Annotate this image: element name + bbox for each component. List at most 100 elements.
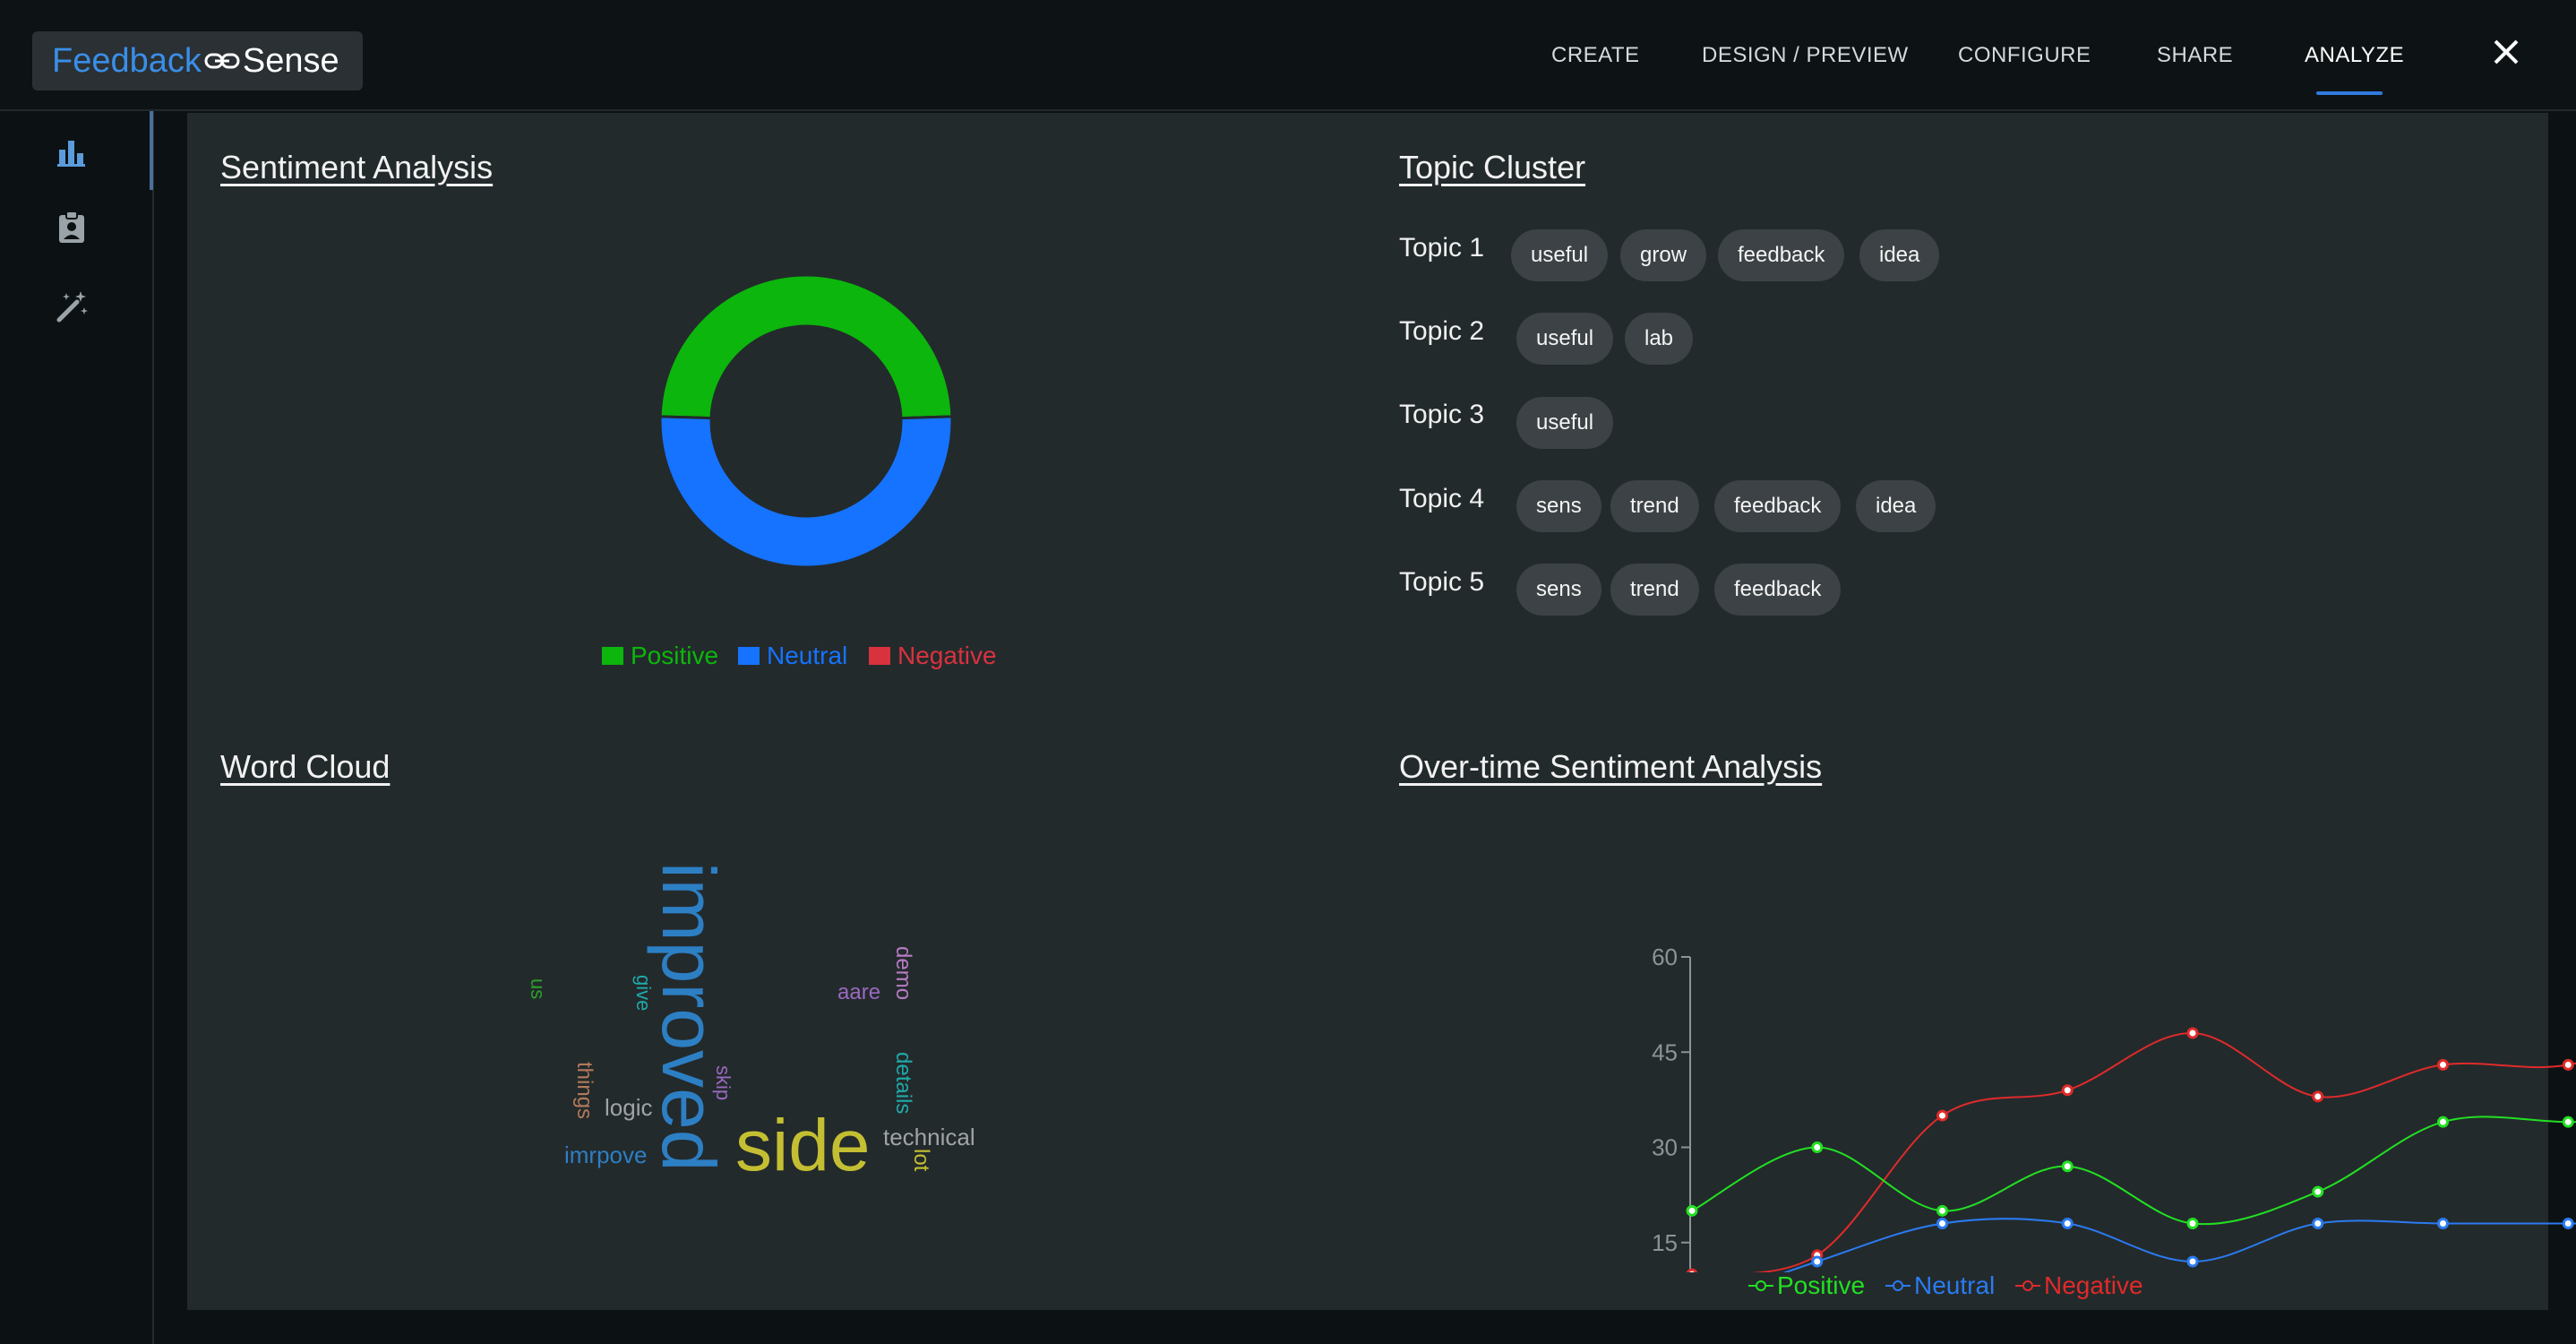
word-cloud-word: side xyxy=(735,1105,871,1186)
topic-chip[interactable]: sens xyxy=(1516,564,1601,616)
topic-chip[interactable]: trend xyxy=(1610,564,1699,616)
legend-neutral[interactable]: Neutral xyxy=(738,642,847,670)
data-point-negative[interactable] xyxy=(2061,1084,2074,1097)
y-tick-label: 30 xyxy=(1652,1134,1678,1161)
legend-negative[interactable]: Negative xyxy=(869,642,997,670)
data-point-neutral[interactable] xyxy=(1811,1255,1824,1268)
y-tick-label: 15 xyxy=(1652,1229,1678,1256)
topic-chip[interactable]: feedback xyxy=(1714,564,1842,616)
topic-chip[interactable]: trend xyxy=(1610,480,1699,532)
top-bar: Feedback Sense CREATE DESIGN / PREVIEW C… xyxy=(0,0,2576,111)
data-point-positive[interactable] xyxy=(1936,1204,1948,1217)
sidebar-active-indicator xyxy=(150,111,153,190)
word-cloud-word: technical xyxy=(883,1124,975,1150)
word-cloud-word: demo xyxy=(891,946,915,1001)
word-cloud-title: Word Cloud xyxy=(220,748,391,785)
word-cloud-word: logic xyxy=(605,1094,653,1121)
analyze-panel: Sentiment Analysis Positive Neutral Nega… xyxy=(187,113,2576,1310)
word-cloud-word: lot xyxy=(909,1149,933,1172)
active-tab-indicator xyxy=(2316,91,2383,95)
data-point-positive[interactable] xyxy=(1811,1142,1824,1153)
data-point-neutral[interactable] xyxy=(2437,1218,2449,1229)
topic-chip[interactable]: idea xyxy=(1859,229,1940,281)
nav-create[interactable]: CREATE xyxy=(1551,43,1640,68)
legend-neutral-label: Neutral xyxy=(767,642,848,669)
data-point-negative[interactable] xyxy=(2186,1027,2199,1039)
legend-positive-label: Positive xyxy=(631,642,719,669)
topic-chip[interactable]: useful xyxy=(1516,397,1614,449)
close-icon[interactable] xyxy=(2488,34,2524,70)
word-cloud-word: aare xyxy=(837,980,881,1004)
topic-2-label: Topic 2 xyxy=(1399,316,1485,346)
nav-share[interactable]: SHARE xyxy=(2157,43,2233,68)
data-point-neutral[interactable] xyxy=(1936,1218,1948,1229)
legend-swatch-positive xyxy=(602,647,623,665)
topic-chip[interactable]: grow xyxy=(1620,229,1707,281)
data-point-neutral[interactable] xyxy=(2312,1218,2324,1229)
topic-5-label: Topic 5 xyxy=(1399,567,1485,597)
assignment-icon[interactable] xyxy=(54,210,90,246)
logo-feedback-text: Feedback xyxy=(52,41,202,80)
data-point-positive[interactable] xyxy=(2562,1116,2574,1128)
donut-slice-positive[interactable] xyxy=(658,273,954,420)
overtime-line-chart: 015304560JanFebMarAprMayJuneJulyAugustSe… xyxy=(1652,943,2576,1272)
series-line-negative xyxy=(1751,1031,2576,1272)
nav-design-preview[interactable]: DESIGN / PREVIEW xyxy=(1702,43,1909,68)
line-legend-neutral-label: Neutral xyxy=(1914,1271,1996,1299)
topic-cluster-title: Topic Cluster xyxy=(1399,149,1586,185)
data-point-neutral[interactable] xyxy=(2562,1218,2574,1229)
data-point-negative[interactable] xyxy=(1686,1268,1698,1272)
legend-marker-positive xyxy=(1748,1280,1773,1291)
data-point-negative[interactable] xyxy=(2562,1058,2574,1071)
topic-chip[interactable]: feedback xyxy=(1714,480,1842,532)
topic-chip[interactable]: lab xyxy=(1625,313,1694,365)
line-legend-positive-label: Positive xyxy=(1777,1271,1866,1299)
data-point-positive[interactable] xyxy=(2437,1116,2449,1128)
topic-chip[interactable]: useful xyxy=(1511,229,1609,281)
topic-chip[interactable]: feedback xyxy=(1718,229,1845,281)
topic-4-label: Topic 4 xyxy=(1399,484,1485,513)
legend-marker-negative xyxy=(2015,1280,2040,1291)
data-point-negative[interactable] xyxy=(1936,1109,1948,1122)
data-point-positive[interactable] xyxy=(2186,1218,2199,1229)
bar-chart-icon[interactable] xyxy=(54,134,90,169)
legend-swatch-neutral xyxy=(738,647,760,665)
data-point-positive[interactable] xyxy=(2312,1185,2324,1198)
nav-analyze[interactable]: ANALYZE xyxy=(2305,43,2404,68)
data-point-negative[interactable] xyxy=(2437,1058,2449,1071)
topic-chip[interactable]: idea xyxy=(1856,480,1936,532)
line-legend-negative[interactable]: Negative xyxy=(2015,1271,2143,1300)
logo-sense-text: Sense xyxy=(242,41,339,80)
legend-positive[interactable]: Positive xyxy=(602,642,718,670)
nav-configure[interactable]: CONFIGURE xyxy=(1958,43,2091,68)
y-tick-label: 60 xyxy=(1652,943,1678,970)
sentiment-donut-chart xyxy=(658,273,954,569)
donut-slice-neutral[interactable] xyxy=(658,415,954,569)
data-point-negative[interactable] xyxy=(2312,1090,2324,1103)
word-cloud-word: imrpove xyxy=(564,1142,648,1168)
topic-3-label: Topic 3 xyxy=(1399,400,1485,429)
word-cloud-word: skip xyxy=(712,1065,734,1101)
app-logo[interactable]: Feedback Sense xyxy=(32,31,363,90)
data-point-neutral[interactable] xyxy=(2061,1218,2074,1229)
line-legend-negative-label: Negative xyxy=(2044,1271,2143,1299)
topic-1-label: Topic 1 xyxy=(1399,233,1485,263)
magic-wand-icon[interactable] xyxy=(54,288,90,323)
link-icon xyxy=(204,53,240,69)
overtime-title: Over-time Sentiment Analysis xyxy=(1399,748,1823,785)
data-point-positive[interactable] xyxy=(2061,1160,2074,1173)
legend-negative-label: Negative xyxy=(897,642,997,669)
word-cloud-word: us xyxy=(527,978,549,1000)
word-cloud-word: give xyxy=(632,975,655,1012)
data-point-neutral[interactable] xyxy=(2186,1255,2199,1268)
topic-chip[interactable]: sens xyxy=(1516,480,1601,532)
line-legend-positive[interactable]: Positive xyxy=(1748,1271,1865,1300)
word-cloud-word: improved xyxy=(647,862,731,1172)
word-cloud-word: details xyxy=(891,1052,915,1115)
data-point-positive[interactable] xyxy=(1686,1204,1698,1217)
legend-marker-neutral xyxy=(1885,1280,1911,1291)
line-legend-neutral[interactable]: Neutral xyxy=(1885,1271,1995,1300)
topic-chip[interactable]: useful xyxy=(1516,313,1614,365)
y-tick-label: 45 xyxy=(1652,1038,1678,1065)
legend-swatch-negative xyxy=(869,647,890,665)
